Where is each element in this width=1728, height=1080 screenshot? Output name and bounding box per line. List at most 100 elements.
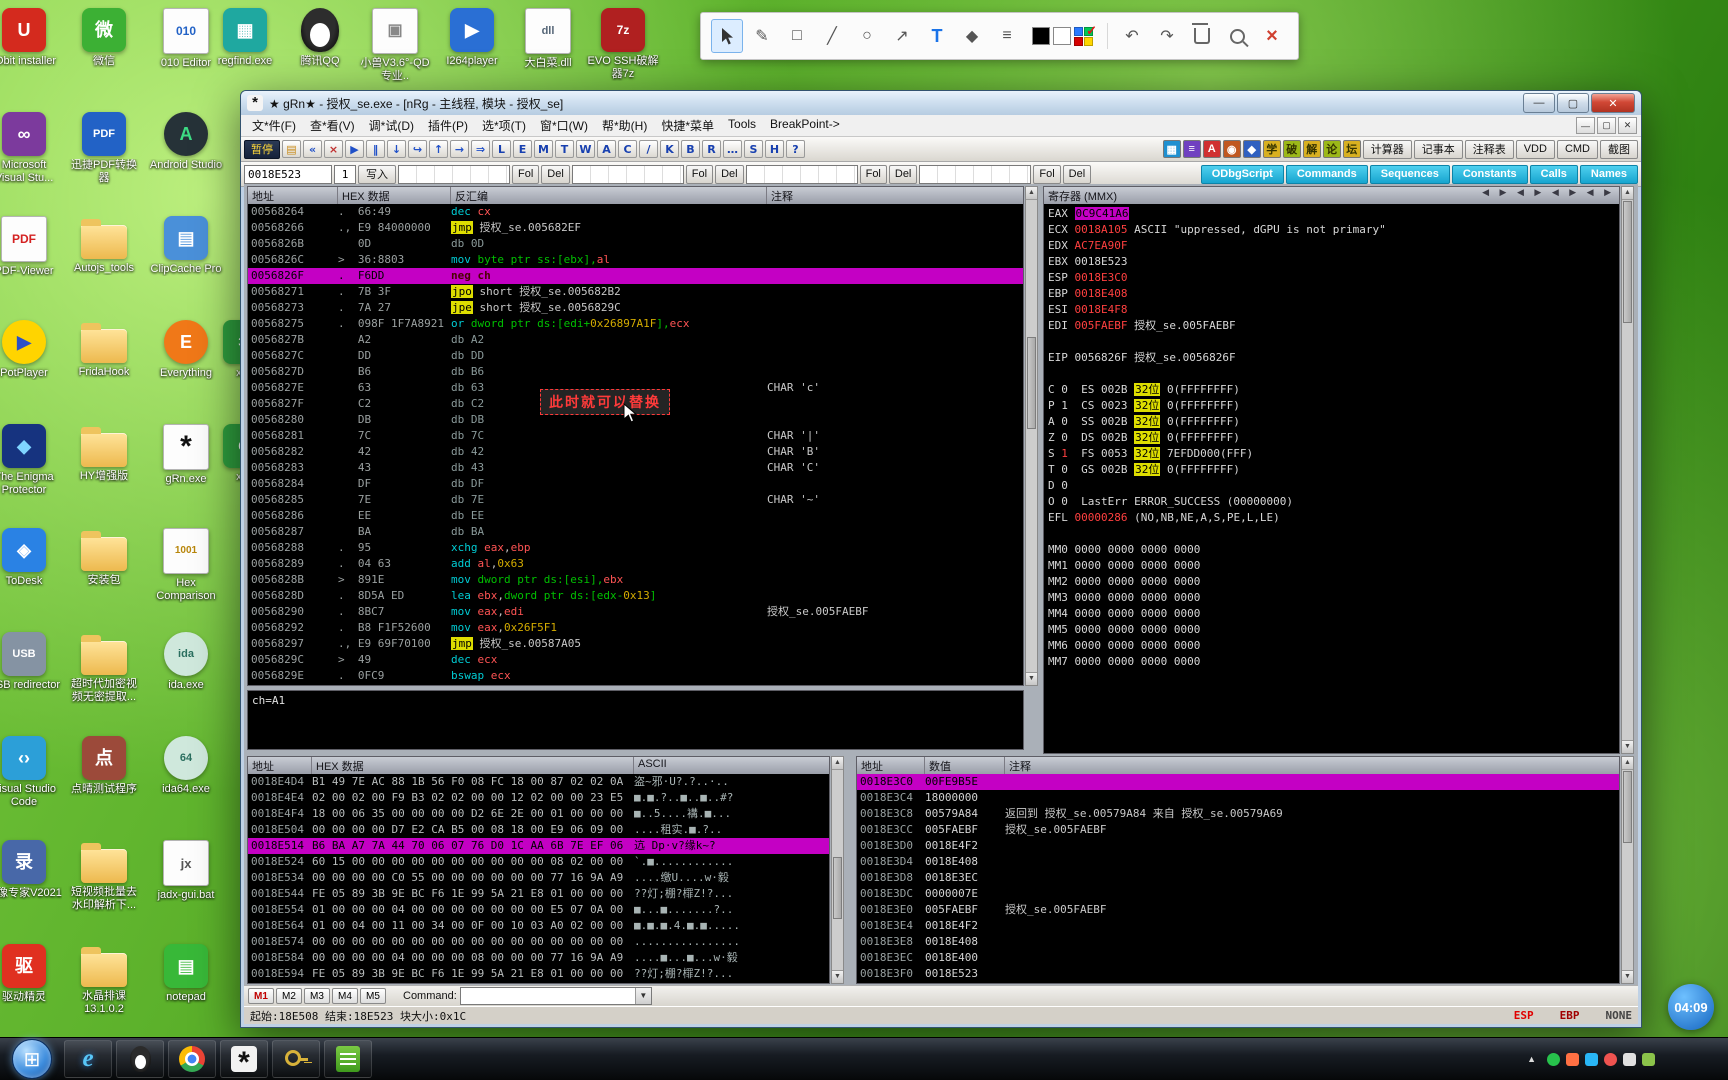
toolbar-button-6[interactable]: ↪ [408, 140, 427, 158]
stack-row[interactable]: 0018E3EC 0018E400 [857, 950, 1619, 966]
plugin-tab-Names[interactable]: Names [1579, 164, 1638, 184]
register-line[interactable]: EIP 0056826F 授权_se.0056826F [1044, 350, 1619, 366]
toolbar-button-17[interactable]: / [639, 140, 658, 158]
desktop-icon[interactable]: 水晶排课13.1.0.2 [66, 944, 142, 1016]
register-line[interactable] [1044, 366, 1619, 382]
mdi-restore-button[interactable]: ▢ [1597, 117, 1616, 134]
disasm-row[interactable]: 00568287 BA db BA [248, 524, 1023, 540]
toolbar-button-1[interactable]: « [303, 140, 322, 158]
desktop-icon[interactable]: A Android Studio [148, 112, 224, 172]
disasm-row[interactable]: 00568292 . B8 F1F52600 mov eax,0x26F5F1 [248, 620, 1023, 636]
close-button[interactable]: ✕ [1591, 93, 1635, 113]
register-line[interactable] [1044, 334, 1619, 350]
memory-button-M2[interactable]: M2 [276, 988, 302, 1004]
rectangle-tool[interactable]: □ [781, 19, 813, 53]
desktop-icon[interactable]: ∞ Microsoft Visual Stu... [0, 112, 62, 185]
toolbar-button-12[interactable]: M [534, 140, 553, 158]
stack-row[interactable]: 0018E3F0 0018E523 [857, 966, 1619, 982]
disasm-row[interactable]: 00568283 43 db 43 CHAR 'C' [248, 460, 1023, 476]
plugin-icon-7[interactable]: 解 [1302, 140, 1321, 158]
menu-item-2[interactable]: 调*试(D) [362, 117, 421, 134]
register-line[interactable]: T 0 GS 002B 32位 0(FFFFFFFF) [1044, 462, 1619, 478]
tray-icon-1[interactable] [1566, 1052, 1579, 1066]
desktop-icon[interactable]: 微微信 [66, 8, 142, 68]
toolbar-button-24[interactable]: ? [786, 140, 805, 158]
tray-icon-5[interactable] [1642, 1052, 1655, 1066]
disasm-row[interactable]: 0056826F . F6DD neg ch [248, 268, 1023, 284]
register-line[interactable]: EBP 0018E408 [1044, 286, 1619, 302]
undo-button[interactable]: ↶ [1116, 19, 1148, 53]
stack-row[interactable]: 0018E3E8 0018E408 [857, 934, 1619, 950]
stack-row[interactable]: 0018E3D0 0018E4F2 [857, 838, 1619, 854]
toolbar-button-20[interactable]: R [702, 140, 721, 158]
toolbar-button-0[interactable]: ▤ [282, 140, 301, 158]
desktop-icon[interactable]: PDF PDF-Viewer [0, 216, 62, 278]
disasm-row[interactable]: 00568282 42 db 42 CHAR 'B' [248, 444, 1023, 460]
register-line[interactable]: MM3 0000 0000 0000 0000 [1044, 590, 1619, 606]
color-swatch[interactable] [1074, 36, 1083, 46]
del-button-3[interactable]: Del [1062, 164, 1092, 184]
register-line[interactable]: MM5 0000 0000 0000 0000 [1044, 622, 1619, 638]
tool-button-CMD[interactable]: CMD [1556, 139, 1598, 159]
memory-button-M1[interactable]: M1 [248, 988, 274, 1004]
desktop-icon[interactable]: ▦ regfind.exe [207, 8, 283, 68]
toolbar-button-15[interactable]: A [597, 140, 616, 158]
desktop-icon[interactable]: ▤ notepad [148, 944, 224, 1004]
plugin-icon-8[interactable]: 论 [1322, 140, 1341, 158]
pencil-tool[interactable]: ✎ [746, 19, 778, 53]
desktop-icon[interactable]: ‹› Visual Studio Code [0, 736, 62, 809]
select-tool[interactable] [711, 19, 743, 53]
window-titlebar[interactable]: * ★ gRn★ - 授权_se.exe - [nRg - 主线程, 模块 - … [241, 91, 1641, 115]
disasm-row[interactable]: 0056829E . 0FC9 bswap ecx [248, 668, 1023, 684]
register-line[interactable]: MM4 0000 0000 0000 0000 [1044, 606, 1619, 622]
write-button[interactable]: 写入 [358, 164, 396, 184]
disasm-row[interactable]: 0056828D . 8D5A ED lea ebx,dword ptr ds:[e… [248, 588, 1023, 604]
desktop-icon[interactable]: ▤ ClipCache Pro [148, 216, 224, 276]
tool-button-注释表[interactable]: 注释表 [1464, 139, 1514, 159]
register-line[interactable]: A 0 SS 002B 32位 0(FFFFFFFF) [1044, 414, 1619, 430]
command-input[interactable] [461, 988, 635, 1004]
desktop-icon[interactable]: USB USB redirector [0, 632, 62, 692]
dump-row[interactable]: 0018E534 00 00 00 00 C0 55 00 00 00 00 00… [248, 870, 829, 886]
disasm-row[interactable]: 0056828B > 891E mov dword ptr ds:[esi],ebx [248, 572, 1023, 588]
register-line[interactable]: D 0 [1044, 478, 1619, 494]
desktop-icon[interactable]: 腾讯QQ [282, 8, 358, 68]
maximize-button[interactable]: ▢ [1557, 93, 1589, 113]
register-line[interactable]: Z 0 DS 002B 32位 0(FFFFFFFF) [1044, 430, 1619, 446]
dump-row[interactable]: 0018E584 00 00 00 00 04 00 00 00 08 00 00… [248, 950, 829, 966]
stack-row[interactable]: 0018E3E4 0018E4F2 [857, 918, 1619, 934]
disasm-row[interactable]: 0056826B 0D db 0D [248, 236, 1023, 252]
registers-scrollbar[interactable]: ▲ ▼ [1621, 186, 1634, 754]
desktop-icon[interactable]: jx jadx-gui.bat [148, 840, 224, 902]
desktop-icon[interactable]: Autojs_tools [66, 216, 142, 275]
register-line[interactable]: C 0 ES 002B 32位 0(FFFFFFFF) [1044, 382, 1619, 398]
taskbar-item-qq[interactable] [116, 1040, 164, 1078]
desktop-icon[interactable]: 64 ida64.exe [148, 736, 224, 796]
desktop-icon[interactable]: 1001 Hex Comparison [148, 528, 224, 603]
ellipse-tool[interactable]: ○ [851, 19, 883, 53]
desktop-icon[interactable]: ▶ I264player [434, 8, 510, 68]
dropdown-arrow-icon[interactable]: ▼ [634, 988, 651, 1004]
fol-button-0[interactable]: Fol [512, 164, 540, 184]
toolbar-button-16[interactable]: C [618, 140, 637, 158]
disasm-row[interactable]: 00568273 . 7A 27 jpe short 授权_se.0056829C [248, 300, 1023, 316]
dump-row[interactable]: 0018E514 B6 BA A7 7A 44 70 06 07 76 D0 1C… [248, 838, 829, 854]
clock-widget[interactable]: 04:09 [1668, 984, 1714, 1030]
register-line[interactable]: MM2 0000 0000 0000 0000 [1044, 574, 1619, 590]
register-line[interactable] [1044, 526, 1619, 542]
menu-item-0[interactable]: 文*件(F) [245, 117, 303, 134]
plugin-tab-Commands[interactable]: Commands [1285, 164, 1368, 184]
desktop-icon[interactable]: FridaHook [66, 320, 142, 379]
color-white-swatch[interactable] [1053, 27, 1071, 45]
dump-row[interactable]: 0018E524 60 15 00 00 00 00 00 00 00 00 00… [248, 854, 829, 870]
disasm-row[interactable]: 00568288 . 95 xchg eax,ebp [248, 540, 1023, 556]
tool-button-记事本[interactable]: 记事本 [1413, 139, 1463, 159]
disasm-row[interactable]: 00568289 . 04 63 add al,0x63 [248, 556, 1023, 572]
stack-row[interactable]: 0018E3D4 0018E408 [857, 854, 1619, 870]
dump-row[interactable]: 0018E4D4 B1 49 7E AC 88 1B 56 F0 08 FC 18… [248, 774, 829, 790]
disasm-row[interactable]: 00568264 . 66:49 dec cx [248, 204, 1023, 220]
toolbar-button-21[interactable]: … [723, 140, 742, 158]
dump-row[interactable]: 0018E554 01 00 00 00 04 00 00 00 00 00 00… [248, 902, 829, 918]
toolbar-button-14[interactable]: W [576, 140, 595, 158]
toolbar-button-18[interactable]: K [660, 140, 679, 158]
